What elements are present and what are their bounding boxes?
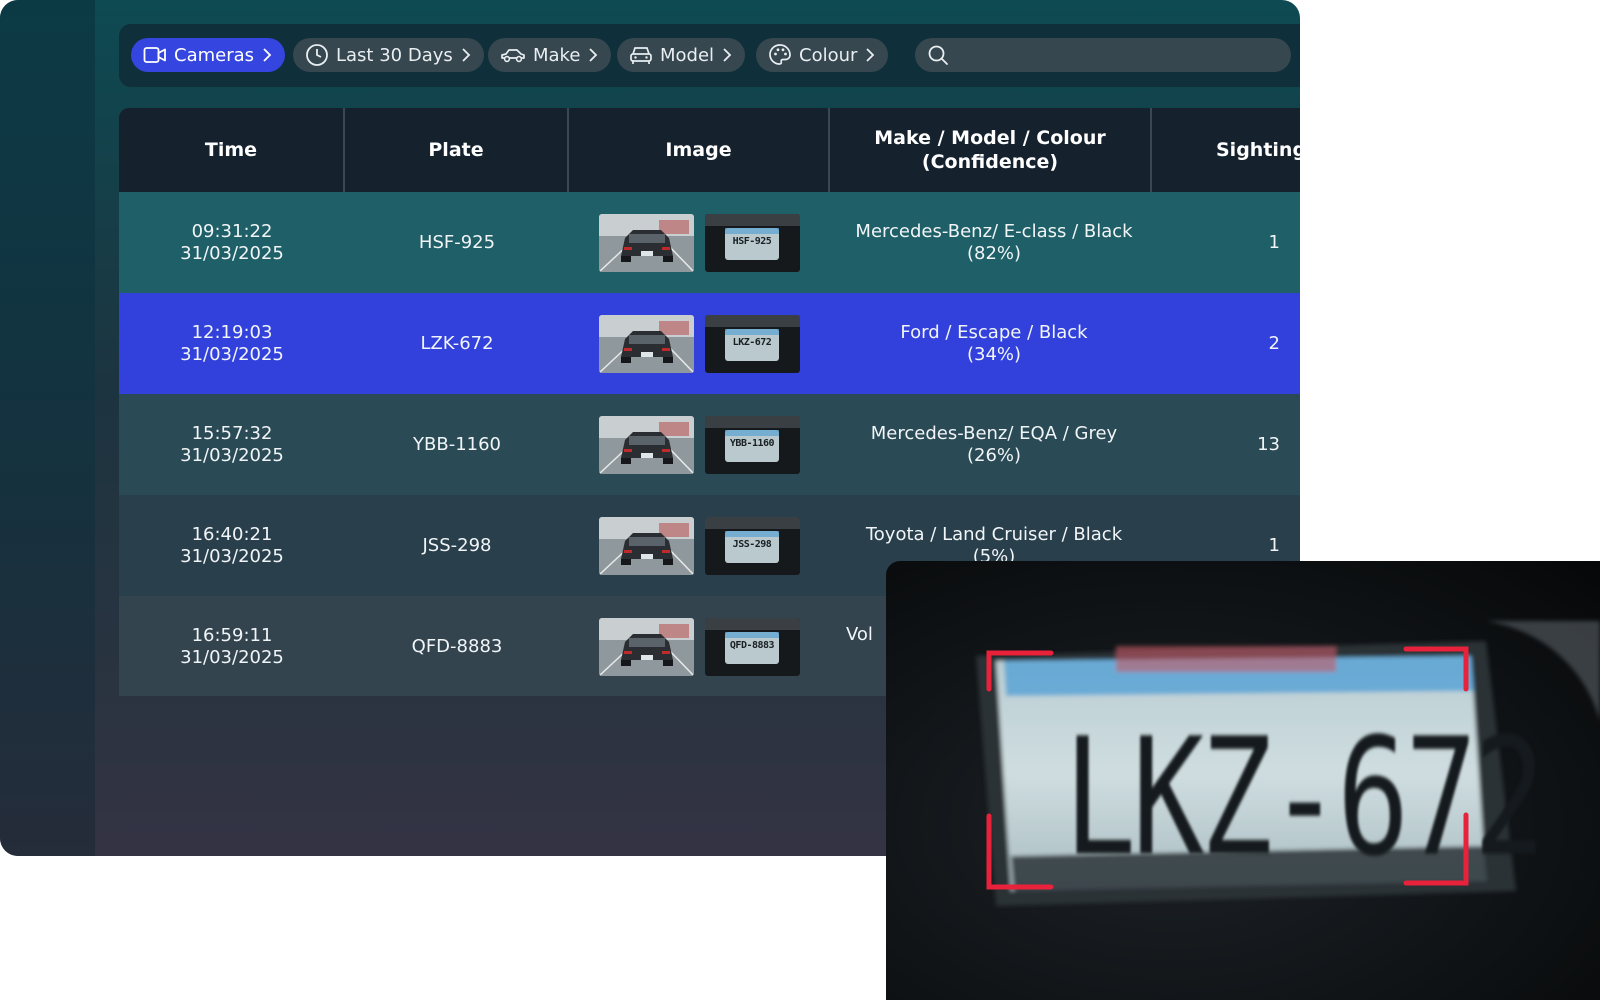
table-header: Time Plate Image Make / Model / Colour (… [119,108,1300,192]
cell-date: 31/03/2025 [180,444,284,466]
time-cell: 09:31:22 31/03/2025 [119,192,345,293]
sightings-cell: 13 [1152,394,1300,495]
plate-thumbnail[interactable]: JSS-298 [705,517,800,575]
plate-thumbnail[interactable]: LKZ-672 [705,315,800,373]
table-row[interactable]: 09:31:22 31/03/2025 HSF-925 Mercedes-Benz/ … [119,192,1300,293]
plate-cell: QFD-8883 [345,596,569,696]
cell-date: 31/03/2025 [180,646,284,668]
search-box[interactable] [915,38,1291,72]
make-model-colour-cell: Mercedes-Benz/ EQA / Grey (26%) [834,394,1154,495]
cell-confidence: (34%) [966,343,1022,365]
plate-thumbnail[interactable]: YBB-1160 [705,416,800,474]
cell-make-model-colour: Mercedes-Benz/ E-class / Black [855,220,1133,242]
filter-cameras-label: Cameras [174,44,255,66]
sightings-cell: 1 [1152,192,1300,293]
plate-cell: HSF-925 [345,192,569,293]
plate-cell: YBB-1160 [345,394,569,495]
table-row[interactable]: 15:57:32 31/03/2025 YBB-1160 Mercedes-Benz/… [119,394,1300,495]
cell-confidence: (26%) [966,444,1022,466]
plate-thumbnail-text: LKZ-672 [732,337,772,348]
plate-thumbnail-text: QFD-8883 [729,640,775,651]
filter-date-label: Last 30 Days [336,44,453,66]
cell-make-model-colour: Mercedes-Benz/ EQA / Grey [870,422,1118,444]
cell-time: 15:57:32 [191,422,273,444]
cell-sightings: 1 [1268,231,1280,253]
vehicle-thumbnail[interactable] [599,214,694,272]
cell-make-model-colour: Toyota / Land Cruiser / Black [865,523,1123,545]
filter-date-range[interactable]: Last 30 Days [293,38,484,72]
focus-corners [986,646,1469,890]
plate-cell: LZK-672 [345,293,569,394]
filter-model-label: Model [660,44,715,66]
car-icon [501,49,525,63]
chevron-right-icon [866,48,875,62]
chevron-right-icon [263,48,272,62]
cell-time: 09:31:22 [191,220,273,242]
column-header-image[interactable]: Image [569,108,830,192]
vehicle-thumbnail[interactable] [599,416,694,474]
sidebar [0,0,95,856]
cell-sightings: 2 [1268,332,1280,354]
cell-plate: LZK-672 [420,332,494,354]
plate-thumbnail-text: JSS-298 [732,539,772,550]
chevron-right-icon [589,48,598,62]
cell-time: 16:59:11 [191,624,273,646]
search-icon [928,45,948,65]
cell-date: 31/03/2025 [180,545,284,567]
cell-make-model-colour: Ford / Escape / Black [900,321,1088,343]
filter-cameras[interactable]: Cameras [131,38,286,72]
column-header-sightings[interactable]: Sightings [1152,108,1300,192]
filter-colour-label: Colour [799,44,858,66]
filter-colour[interactable]: Colour [756,38,889,72]
cell-plate: YBB-1160 [413,433,501,455]
plate-zoom-panel: LKZ-672 [886,561,1600,1000]
plate-thumbnail[interactable]: HSF-925 [705,214,800,272]
cell-time: 12:19:03 [191,321,273,343]
column-header-time[interactable]: Time [119,108,345,192]
plate-thumbnail-text: YBB-1160 [729,438,775,449]
column-header-make-model-colour[interactable]: Make / Model / Colour (Confidence) [830,108,1152,192]
car-front-icon [630,47,652,64]
plate-thumbnail[interactable]: QFD-8883 [705,618,800,676]
time-cell: 15:57:32 31/03/2025 [119,394,345,495]
plate-thumbnail-text: HSF-925 [732,236,772,247]
make-model-colour-cell: Mercedes-Benz/ E-class / Black (82%) [834,192,1154,293]
time-cell: 16:59:11 31/03/2025 [119,596,345,696]
table-row[interactable]: 12:19:03 31/03/2025 LZK-672 Ford / Escape /… [119,293,1300,394]
cell-date: 31/03/2025 [180,343,284,365]
chevron-right-icon [462,48,471,62]
time-cell: 12:19:03 31/03/2025 [119,293,345,394]
cell-make-model-colour: Vol [846,624,873,645]
cell-sightings: 1 [1268,534,1280,556]
plate-cell: JSS-298 [345,495,569,596]
column-header-plate[interactable]: Plate [345,108,569,192]
cell-plate: JSS-298 [422,534,492,556]
vehicle-thumbnail[interactable] [599,517,694,575]
filter-model[interactable]: Model [617,38,746,72]
filter-make[interactable]: Make [488,38,612,72]
cell-plate: HSF-925 [418,231,496,253]
filter-make-label: Make [533,44,581,66]
vehicle-thumbnail[interactable] [599,618,694,676]
cell-time: 16:40:21 [191,523,273,545]
search-input[interactable] [957,45,1277,65]
make-model-colour-cell: Ford / Escape / Black (34%) [834,293,1154,394]
filter-bar: Cameras Last 30 Days Make Model Colour [119,24,1300,87]
chevron-right-icon [723,48,732,62]
cell-sightings: 13 [1257,433,1280,455]
cell-confidence: (82%) [966,242,1022,264]
sightings-cell: 2 [1152,293,1300,394]
time-cell: 16:40:21 31/03/2025 [119,495,345,596]
palette-icon [769,44,791,65]
clock-icon [306,44,328,66]
vehicle-thumbnail[interactable] [599,315,694,373]
cell-plate: QFD-8883 [411,635,503,657]
cell-date: 31/03/2025 [180,242,284,264]
camera-icon [143,47,166,63]
